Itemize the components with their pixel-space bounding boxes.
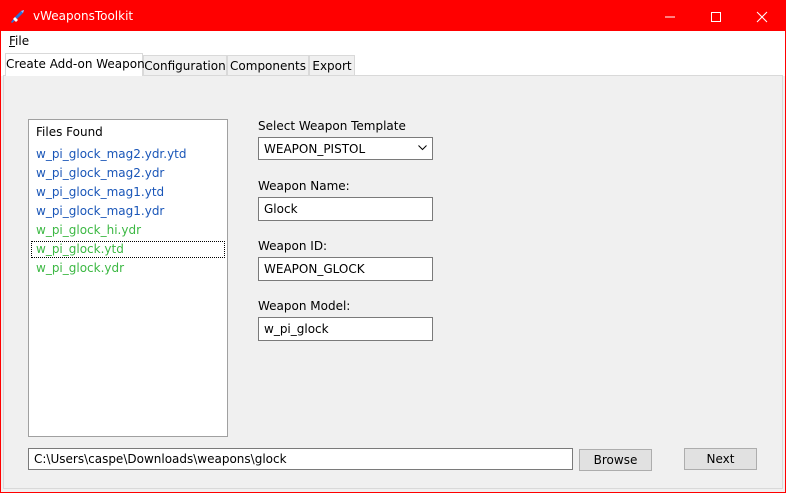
window-title: vWeaponsToolkit: [33, 9, 134, 23]
file-item[interactable]: w_pi_glock_mag1.ydr: [31, 203, 225, 220]
weapon-id-value: WEAPON_GLOCK: [264, 262, 365, 276]
file-item[interactable]: w_pi_glock_hi.ydr: [31, 222, 225, 239]
tab-configuration[interactable]: Configuration: [143, 55, 227, 75]
weapon-model-value: w_pi_glock: [264, 322, 329, 336]
file-item[interactable]: w_pi_glock_mag1.ytd: [31, 184, 225, 201]
title-bar[interactable]: vWeaponsToolkit: [1, 1, 785, 31]
chevron-down-icon: [418, 145, 427, 151]
files-found-header: Files Found: [36, 125, 103, 139]
menu-bar: File: [1, 31, 785, 50]
file-item[interactable]: w_pi_glock.ydr: [31, 260, 225, 277]
menu-file-label-rest: ile: [15, 34, 30, 48]
folder-path-value: C:\Users\caspe\Downloads\weapons\glock: [34, 452, 287, 466]
template-label: Select Weapon Template: [258, 119, 406, 133]
weapon-id-label: Weapon ID:: [258, 239, 328, 253]
minimize-icon: [665, 16, 675, 18]
weapon-name-value: Glock: [264, 202, 298, 216]
tab-create-addon-weapon[interactable]: Create Add-on Weapon: [5, 53, 145, 76]
close-icon: [756, 11, 768, 23]
tab-page-create-addon-weapon: Files Found w_pi_glock_mag2.ydr.ytd w_pi…: [3, 75, 783, 489]
weapon-template-select[interactable]: WEAPON_PISTOL: [258, 137, 433, 160]
maximize-icon: [711, 12, 721, 22]
file-item[interactable]: w_pi_glock_mag2.ydr: [31, 165, 225, 182]
next-button[interactable]: Next: [684, 448, 757, 470]
file-item[interactable]: w_pi_glock_mag2.ydr.ytd: [31, 146, 225, 163]
minimize-button[interactable]: [647, 1, 693, 31]
app-icon: [11, 10, 24, 23]
close-button[interactable]: [739, 1, 785, 31]
tab-strip: Create Add-on Weapon Configuration Compo…: [1, 50, 785, 76]
menu-file[interactable]: File: [9, 34, 29, 48]
weapon-model-field[interactable]: w_pi_glock: [258, 317, 433, 341]
weapon-id-field[interactable]: WEAPON_GLOCK: [258, 257, 433, 281]
maximize-button[interactable]: [693, 1, 739, 31]
files-found-list[interactable]: Files Found w_pi_glock_mag2.ydr.ytd w_pi…: [28, 119, 228, 437]
tab-export[interactable]: Export: [309, 55, 355, 75]
weapon-model-label: Weapon Model:: [258, 299, 351, 313]
weapon-template-value: WEAPON_PISTOL: [264, 142, 366, 156]
file-item[interactable]: w_pi_glock.ytd: [31, 241, 225, 258]
weapon-name-label: Weapon Name:: [258, 179, 350, 193]
app-window: vWeaponsToolkit File Create Add-on Weapo…: [0, 0, 786, 493]
tab-components[interactable]: Components: [227, 55, 309, 75]
weapon-name-field[interactable]: Glock: [258, 197, 433, 221]
folder-path-field[interactable]: C:\Users\caspe\Downloads\weapons\glock: [28, 448, 573, 470]
browse-button[interactable]: Browse: [579, 449, 652, 471]
